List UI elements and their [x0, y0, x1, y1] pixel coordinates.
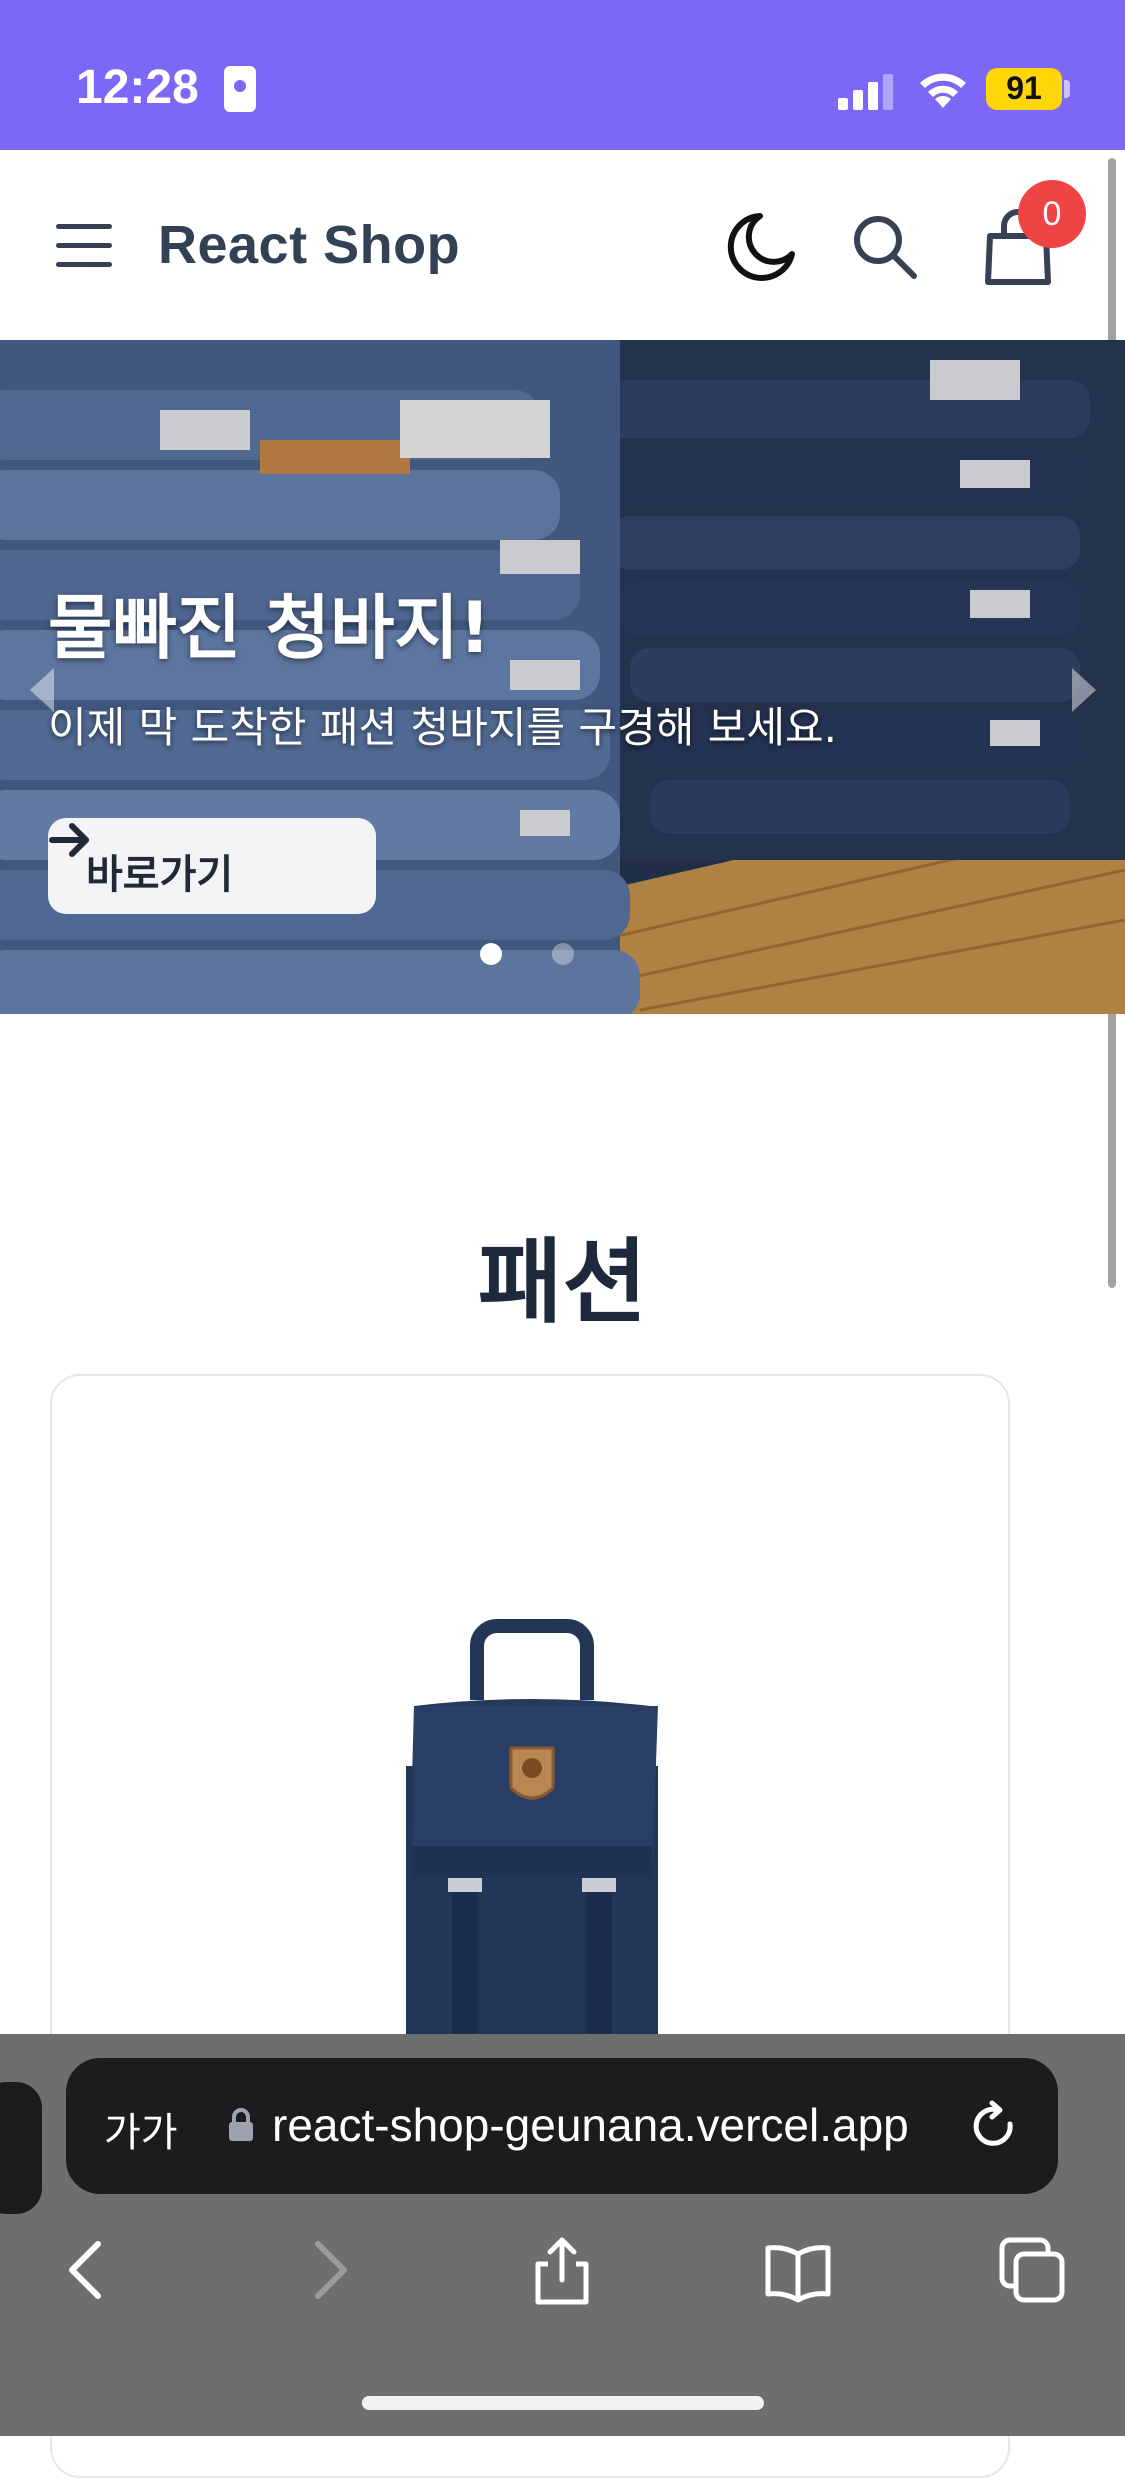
wifi-icon: [920, 73, 966, 108]
hero-title: 물빠진 청바지!: [48, 587, 491, 669]
browser-toolbar: 가가 react-shop-geunana.vercel.app: [0, 2034, 1125, 2436]
carousel-prev-arrow-icon[interactable]: [30, 668, 54, 712]
carousel-dot-1[interactable]: [480, 943, 502, 965]
forward-icon[interactable]: [292, 2234, 364, 2306]
section-title: 패션: [477, 1229, 648, 1336]
tabs-icon[interactable]: [996, 2234, 1068, 2306]
cellular-signal-icon: [838, 72, 898, 110]
hero-carousel: 물빠진 청바지! 이제 막 도착한 패션 청바지를 구경해 보세요. 바로가기: [0, 340, 1125, 1014]
hero-button-label: 바로가기: [86, 852, 234, 898]
hero-shop-now-button[interactable]: 바로가기: [48, 818, 376, 914]
id-card-icon: [224, 66, 256, 112]
brand-logo-text[interactable]: React Shop: [158, 214, 460, 276]
hamburger-menu-icon[interactable]: [56, 224, 112, 268]
carousel-dot-2[interactable]: [552, 943, 574, 965]
status-time: 12:28: [76, 61, 199, 114]
arrow-right-icon: [49, 823, 89, 857]
site-navbar: React Shop 0: [0, 150, 1105, 340]
bookmarks-icon[interactable]: [762, 2234, 834, 2306]
text-size-button[interactable]: 가가: [104, 2100, 178, 2158]
hero-subtitle: 이제 막 도착한 패션 청바지를 구경해 보세요.: [48, 703, 837, 752]
cart-count-badge: 0: [1018, 180, 1086, 248]
lock-icon: [229, 2108, 253, 2141]
battery-level: 91: [1006, 70, 1042, 106]
reload-icon[interactable]: [968, 2100, 1020, 2152]
previous-tab-preview[interactable]: [0, 2082, 42, 2214]
carousel-next-arrow-icon[interactable]: [1072, 668, 1096, 712]
share-icon[interactable]: [526, 2234, 598, 2306]
moon-icon[interactable]: [720, 208, 798, 286]
back-icon[interactable]: [52, 2234, 124, 2306]
battery-tip: [1064, 80, 1070, 98]
url-text: react-shop-geunana.vercel.app: [272, 2099, 909, 2151]
home-indicator[interactable]: [362, 2396, 764, 2410]
battery-icon: 91: [986, 68, 1062, 110]
address-bar[interactable]: 가가 react-shop-geunana.vercel.app: [66, 2058, 1058, 2194]
status-bar: 12:28 91: [0, 0, 1125, 150]
search-icon[interactable]: [850, 212, 920, 282]
